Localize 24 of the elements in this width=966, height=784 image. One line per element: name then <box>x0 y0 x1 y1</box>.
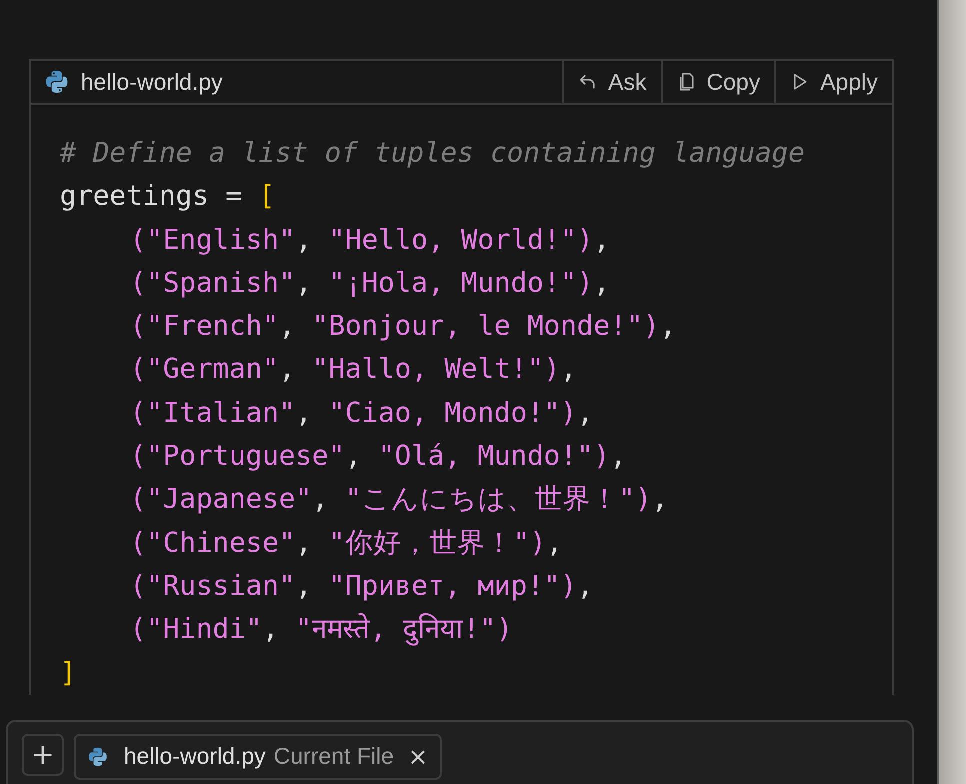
file-name: hello-world.py <box>81 68 223 96</box>
close-button[interactable]: × <box>402 742 428 771</box>
code-line: ("English", "Hello, World!"), <box>129 222 610 258</box>
python-logo-icon <box>88 746 108 767</box>
code-line: ("French", "Bonjour, le Monde!"), <box>129 309 676 344</box>
copy-button[interactable]: Copy <box>660 61 774 103</box>
apply-button[interactable]: Apply <box>774 61 892 103</box>
code-line: ("Chinese", "你好，世界！"), <box>129 526 563 561</box>
code-line: ("Japanese", "こんにちは、世界！"), <box>129 482 668 518</box>
file-tag: Current File <box>274 743 394 770</box>
ask-button[interactable]: Ask <box>562 61 661 103</box>
code-line: ("Italian", "Ciao, Mondo!"), <box>129 396 594 431</box>
code-line: # Define a list of tuples containing language <box>60 136 806 171</box>
file-chip[interactable]: hello-world.py Current File × <box>74 734 442 780</box>
code-line: ("Spanish", "¡Hola, Mundo!"), <box>129 266 610 301</box>
code-line: ("Russian", "Привет, мир!"), <box>129 568 594 604</box>
code-line: greetings = [ <box>60 179 276 214</box>
python-logo-icon <box>45 70 69 94</box>
code-line: ("Hindi", "नमस्ते, दुनिया!") <box>129 612 513 648</box>
code-line: ("German", "Hallo, Welt!"), <box>129 352 578 388</box>
add-context-button[interactable]: + <box>22 734 64 776</box>
code-line: ] <box>60 656 77 691</box>
file-name: hello-world.py <box>124 743 266 770</box>
code-line: ("Portuguese", "Olá, Mundo!"), <box>129 439 627 474</box>
